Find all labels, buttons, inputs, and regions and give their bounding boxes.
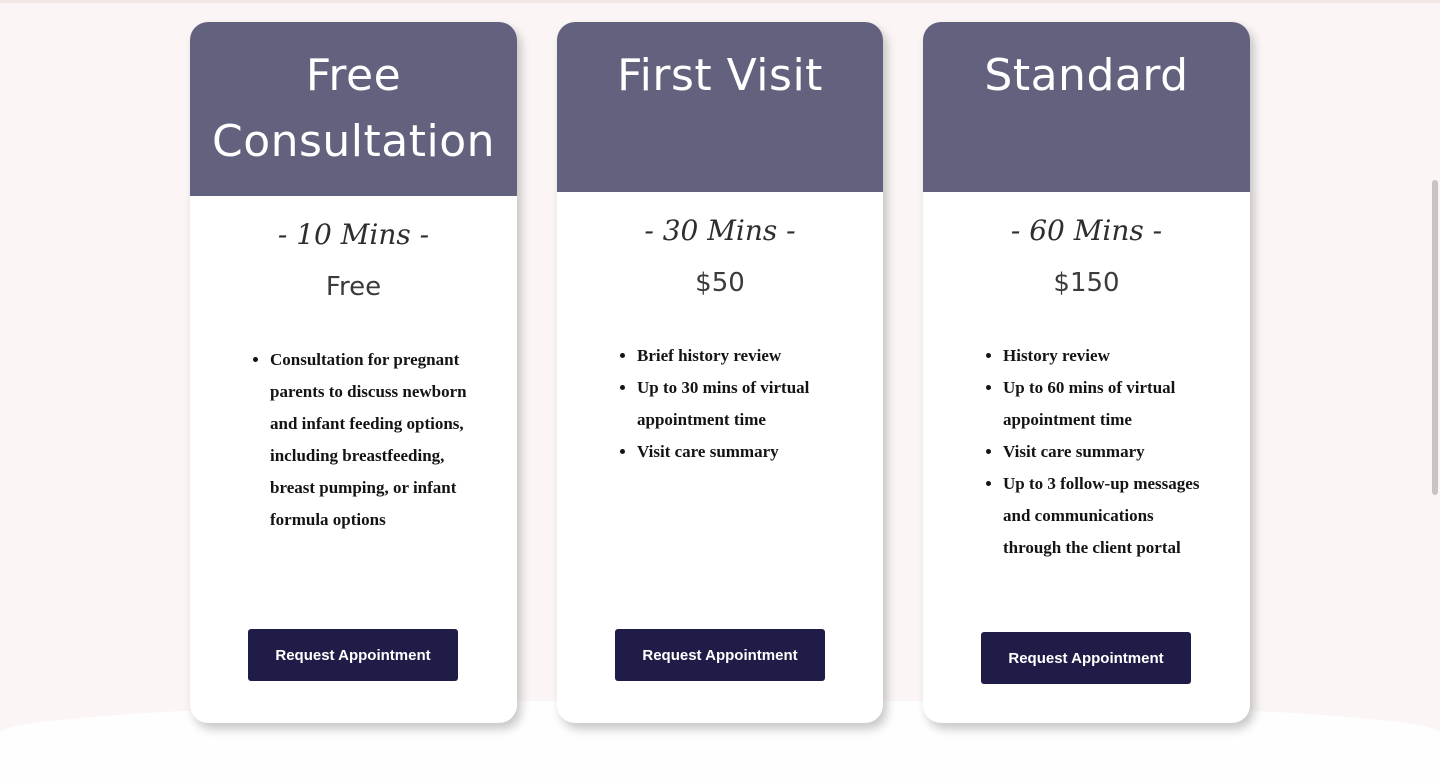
feature-item: Consultation for pregnant parents to dis… <box>270 344 479 536</box>
plan-title-line2: Consultation <box>211 116 496 167</box>
plan-duration: - 60 Mins - <box>1010 214 1163 247</box>
scrollbar-thumb[interactable] <box>1432 180 1438 495</box>
plan-duration: - 30 Mins - <box>644 214 796 247</box>
feature-item: History review <box>1003 340 1210 372</box>
feature-item: Visit care summary <box>637 436 833 468</box>
pricing-card-first-visit: First Visit - 30 Mins - $50 Brief histor… <box>557 22 883 723</box>
feature-list: Brief history review Up to 30 mins of vi… <box>557 340 883 468</box>
card-header: Standard <box>923 22 1250 192</box>
plan-title-line1: Free <box>305 50 402 101</box>
feature-item: Up to 60 mins of virtual appointment tim… <box>1003 372 1210 436</box>
pricing-card-free-consultation: Free Consultation - 10 Mins - Free Consu… <box>190 22 517 723</box>
plan-duration: - 10 Mins - <box>277 218 430 251</box>
card-header: Free Consultation <box>190 22 517 196</box>
pricing-card-standard: Standard - 60 Mins - $150 History review… <box>923 22 1250 723</box>
plan-price: $150 <box>1053 268 1120 298</box>
top-section-edge <box>0 0 1440 3</box>
plan-title-line1: Standard <box>984 50 1189 101</box>
card-body: - 60 Mins - $150 History review Up to 60… <box>923 214 1250 564</box>
feature-item: Up to 30 mins of virtual appointment tim… <box>637 372 833 436</box>
feature-item: Visit care summary <box>1003 436 1210 468</box>
plan-price: $50 <box>695 268 745 298</box>
card-body: - 30 Mins - $50 Brief history review Up … <box>557 214 883 468</box>
feature-list: History review Up to 60 mins of virtual … <box>923 340 1250 564</box>
feature-list: Consultation for pregnant parents to dis… <box>190 344 517 536</box>
feature-item: Brief history review <box>637 340 833 372</box>
plan-price: Free <box>325 272 382 302</box>
request-appointment-button[interactable]: Request Appointment <box>981 632 1191 684</box>
feature-item: Up to 3 follow-up messages and communica… <box>1003 468 1210 564</box>
request-appointment-button[interactable]: Request Appointment <box>615 629 825 681</box>
card-body: - 10 Mins - Free Consultation for pregna… <box>190 218 517 536</box>
request-appointment-button[interactable]: Request Appointment <box>248 629 458 681</box>
card-header: First Visit <box>557 22 883 192</box>
plan-title-line1: First Visit <box>617 50 823 101</box>
